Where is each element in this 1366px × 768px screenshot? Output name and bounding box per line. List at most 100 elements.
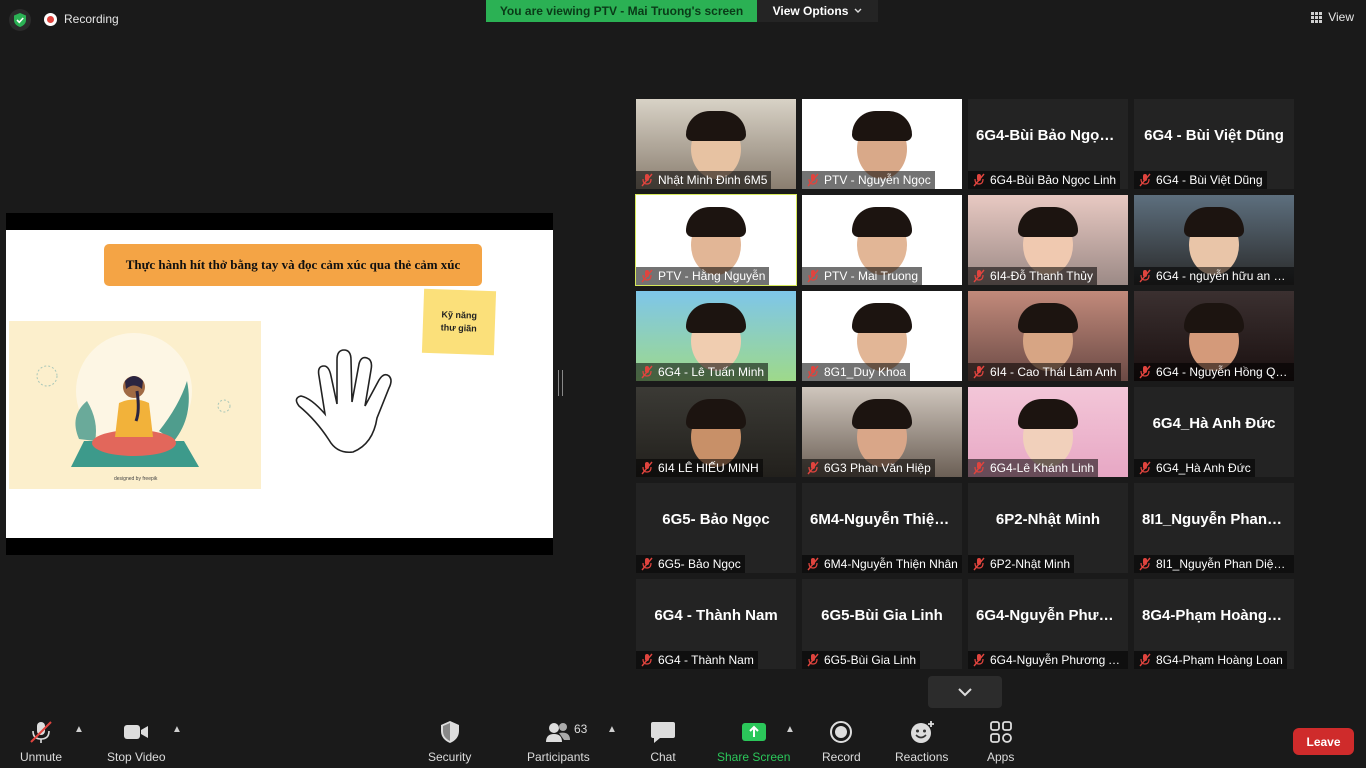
security-shield-icon[interactable] xyxy=(9,9,31,31)
participant-hair xyxy=(1184,303,1244,333)
participant-hair xyxy=(852,207,912,237)
participant-name: 6G4 - Lê Tuấn Minh xyxy=(658,365,765,379)
participant-tile[interactable]: Nhật Minh Đinh 6M5 xyxy=(636,99,796,189)
participant-tile[interactable]: 8I1_Nguyễn Phan Diệp Anh 8I1_Nguyễn Phan … xyxy=(1134,483,1294,573)
participant-display-name: 6G4_Hà Anh Đức xyxy=(1152,415,1276,432)
participant-name-bar: 6G4-Nguyễn Phương Anh xyxy=(968,651,1128,669)
viewing-screen-banner: You are viewing PTV - Mai Truong's scree… xyxy=(486,0,757,22)
participant-hair xyxy=(686,303,746,333)
participant-hair xyxy=(852,111,912,141)
video-options-caret[interactable]: ▲ xyxy=(172,724,182,735)
next-page-button[interactable] xyxy=(928,676,1002,708)
participant-name-bar: 8I1_Nguyễn Phan Diệp Anh xyxy=(1134,555,1294,573)
participant-name: 8G1_Duy Khoa xyxy=(824,365,907,379)
share-screen-button[interactable]: Share Screen xyxy=(717,720,790,764)
participant-name-bar: 6G4 - Nguyễn Hồng Quân xyxy=(1134,363,1294,381)
participants-options-caret[interactable]: ▲ xyxy=(607,724,617,735)
participant-tile[interactable]: 6G4-Nguyễn Phương Anh 6G4-Nguyễn Phương A… xyxy=(968,579,1128,669)
leave-button[interactable]: Leave xyxy=(1293,728,1354,755)
microphone-muted-icon xyxy=(1139,173,1151,187)
unmute-button[interactable]: Unmute xyxy=(20,720,62,764)
participant-display-name: 6G5-Bùi Gia Linh xyxy=(821,607,943,624)
participant-tile[interactable]: PTV - Hằng Nguyễn xyxy=(635,194,797,286)
participant-tile[interactable]: PTV - Nguyễn Ngọc xyxy=(802,99,962,189)
participant-name: 6G3 Phan Văn Hiệp xyxy=(824,461,931,475)
participant-name: PTV - Hằng Nguyễn xyxy=(658,269,766,283)
participant-name: 8G4-Phạm Hoàng Loan xyxy=(1156,653,1283,667)
participant-tile[interactable]: 6P2-Nhật Minh 6P2-Nhật Minh xyxy=(968,483,1128,573)
participant-name: 6G5- Bảo Ngọc xyxy=(658,557,741,571)
apps-button[interactable]: Apps xyxy=(987,720,1014,764)
participant-tile[interactable]: PTV - Mai Truong xyxy=(802,195,962,285)
participant-display-name: 6G5- Bảo Ngọc xyxy=(662,511,770,528)
participant-name: 6G4 - Nguyễn Hồng Quân xyxy=(1156,365,1290,379)
slide-title: Thực hành hít thở bằng tay và đọc cảm xú… xyxy=(104,244,482,286)
video-camera-icon xyxy=(124,725,149,739)
participant-tile[interactable]: 6G4-Bùi Bảo Ngọc Linh 6G4-Bùi Bảo Ngọc Li… xyxy=(968,99,1128,189)
chat-button[interactable]: Chat xyxy=(650,720,676,764)
microphone-muted-icon xyxy=(807,173,819,187)
participant-hair xyxy=(686,111,746,141)
participant-tile[interactable]: 6G4 - nguyễn hữu an khang xyxy=(1134,195,1294,285)
participant-tile[interactable]: 6G4-Lê Khánh Linh xyxy=(968,387,1128,477)
participant-tile[interactable]: 6M4-Nguyễn Thiện Nhân 6M4-Nguyễn Thiện Nh… xyxy=(802,483,962,573)
reactions-button[interactable]: Reactions xyxy=(895,720,948,764)
audio-options-caret[interactable]: ▲ xyxy=(74,724,84,735)
recording-indicator[interactable]: Recording xyxy=(44,12,119,26)
participant-tile[interactable]: 6G5- Bảo Ngọc 6G5- Bảo Ngọc xyxy=(636,483,796,573)
unmute-label: Unmute xyxy=(20,750,63,764)
stop-video-button[interactable]: Stop Video xyxy=(107,720,166,764)
microphone-muted-icon xyxy=(641,461,653,475)
meditation-figure-icon xyxy=(36,333,231,467)
participant-name-bar: 6G4 - Thành Nam xyxy=(636,651,758,669)
participants-count: 63 xyxy=(574,722,588,736)
participant-name-bar: 6I4 LÊ HIẾU MINH xyxy=(636,459,763,477)
participant-name: 6G4-Nguyễn Phương Anh xyxy=(990,653,1124,667)
share-options-caret[interactable]: ▲ xyxy=(785,724,795,735)
microphone-muted-icon xyxy=(1139,557,1151,571)
view-button[interactable]: View xyxy=(1311,10,1354,24)
participant-tile[interactable]: 6I4-Đỗ Thanh Thủy xyxy=(968,195,1128,285)
participant-tile[interactable]: 6G4_Hà Anh Đức 6G4_Hà Anh Đức xyxy=(1134,387,1294,477)
participant-name: 6G4 - Thành Nam xyxy=(658,653,754,667)
microphone-muted-icon xyxy=(641,269,653,283)
split-view-handle[interactable] xyxy=(558,370,563,396)
participant-tile[interactable]: 6G5-Bùi Gia Linh 6G5-Bùi Gia Linh xyxy=(802,579,962,669)
view-options-button[interactable]: View Options xyxy=(757,0,878,22)
participant-name: 6M4-Nguyễn Thiện Nhân xyxy=(824,557,958,571)
security-button[interactable]: Security xyxy=(428,720,471,764)
view-options-label: View Options xyxy=(772,4,849,18)
gallery-grid-icon xyxy=(1311,11,1323,23)
hand-outline-icon xyxy=(295,349,392,454)
microphone-muted-icon xyxy=(973,269,985,283)
participant-tile[interactable]: 6G4 - Lê Tuấn Minh xyxy=(636,291,796,381)
microphone-muted-icon xyxy=(807,461,819,475)
participant-tile[interactable]: 6G3 Phan Văn Hiệp xyxy=(802,387,962,477)
chevron-down-icon xyxy=(958,688,972,697)
participant-display-name: 6P2-Nhật Minh xyxy=(995,511,1101,528)
participant-name: PTV - Mai Truong xyxy=(824,269,919,283)
participant-hair xyxy=(852,399,912,429)
participant-name-bar: Nhật Minh Đinh 6M5 xyxy=(636,171,772,189)
image-credit: designed by freepik xyxy=(114,476,158,482)
microphone-muted-icon xyxy=(30,721,52,743)
participant-name: 6I4-Đỗ Thanh Thủy xyxy=(990,269,1093,283)
participant-tile[interactable]: 8G4-Phạm Hoàng Loan 8G4-Phạm Hoàng Loan xyxy=(1134,579,1294,669)
participant-name: 6P2-Nhật Minh xyxy=(990,557,1071,571)
microphone-muted-icon xyxy=(1139,365,1151,379)
participant-name-bar: 6G5- Bảo Ngọc xyxy=(636,555,745,573)
participant-tile[interactable]: 8G1_Duy Khoa xyxy=(802,291,962,381)
sticky-note-text: Kỹ năng thư giãn xyxy=(440,309,478,334)
participant-tile[interactable]: 6G4 - Bùi Việt Dũng 6G4 - Bùi Việt Dũng xyxy=(1134,99,1294,189)
participant-name-bar: 6P2-Nhật Minh xyxy=(968,555,1075,573)
microphone-muted-icon xyxy=(1139,653,1151,667)
microphone-muted-icon xyxy=(973,365,985,379)
participant-tile[interactable]: 6G4 - Nguyễn Hồng Quân xyxy=(1134,291,1294,381)
participant-name-bar: PTV - Hằng Nguyễn xyxy=(636,267,770,285)
participant-tile[interactable]: 6I4 LÊ HIẾU MINH xyxy=(636,387,796,477)
record-button[interactable]: Record xyxy=(822,720,861,764)
participant-tile[interactable]: 6G4 - Thành Nam 6G4 - Thành Nam xyxy=(636,579,796,669)
apps-icon xyxy=(989,721,1012,743)
participant-hair xyxy=(852,303,912,333)
participant-tile[interactable]: 6I4 - Cao Thái Lâm Anh xyxy=(968,291,1128,381)
